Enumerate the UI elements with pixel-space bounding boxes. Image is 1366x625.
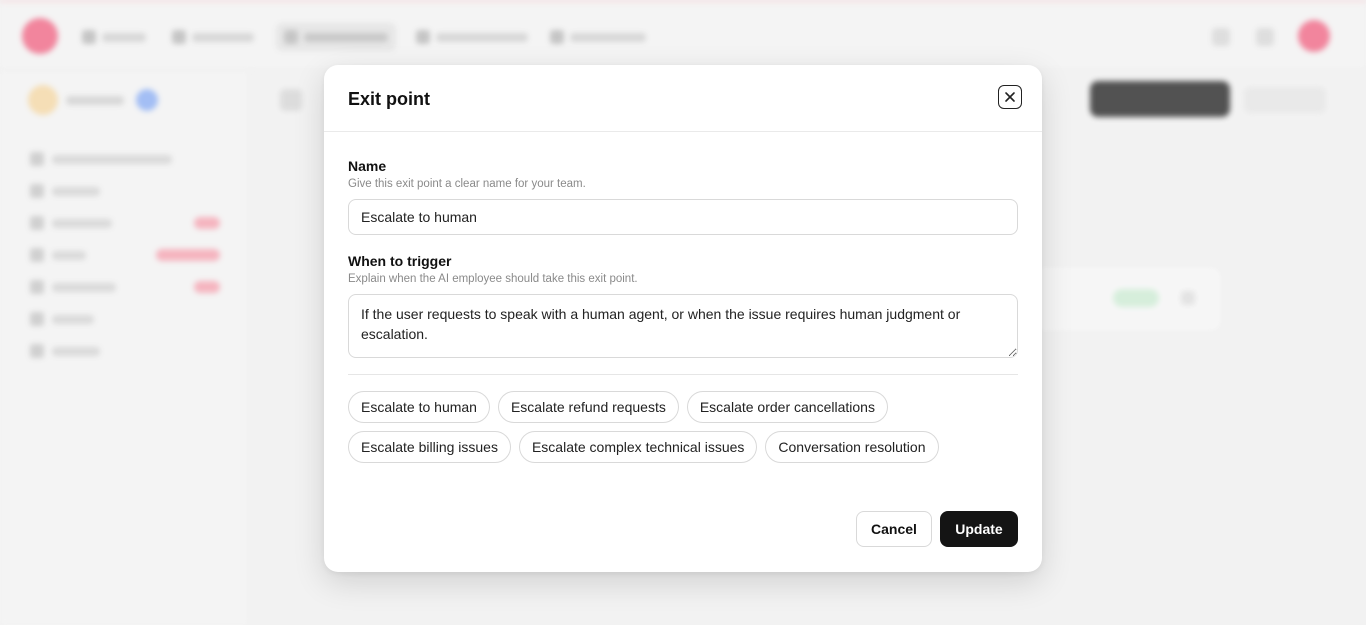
suggestion-chip[interactable]: Escalate to human: [348, 391, 490, 423]
suggestion-chip[interactable]: Escalate complex technical issues: [518, 431, 758, 463]
suggestion-chip[interactable]: Escalate refund requests: [497, 391, 679, 423]
suggestion-chip[interactable]: Escalate order cancellations: [686, 391, 888, 423]
dialog-header: Exit point: [324, 65, 1042, 132]
name-help-text: Give this exit point a clear name for yo…: [348, 178, 586, 190]
suggestion-chip[interactable]: Conversation resolution: [765, 431, 939, 463]
dialog-title: Exit point: [348, 89, 430, 109]
cancel-button[interactable]: Cancel: [856, 511, 932, 547]
close-icon: [1005, 92, 1015, 102]
name-input[interactable]: [348, 199, 1018, 235]
trigger-label: When to trigger: [348, 253, 452, 269]
exit-point-dialog: Exit point Name Give this exit point a c…: [324, 65, 1042, 572]
trigger-help-text: Explain when the AI employee should take…: [348, 273, 638, 285]
trigger-textarea[interactable]: If the user requests to speak with a hum…: [348, 294, 1018, 358]
name-label: Name: [348, 158, 387, 174]
divider: [348, 374, 1018, 375]
close-button[interactable]: [998, 85, 1022, 109]
suggestion-chips: Escalate to human Escalate refund reques…: [348, 391, 1028, 463]
suggestion-chip[interactable]: Escalate billing issues: [348, 431, 511, 463]
update-button[interactable]: Update: [940, 511, 1018, 547]
